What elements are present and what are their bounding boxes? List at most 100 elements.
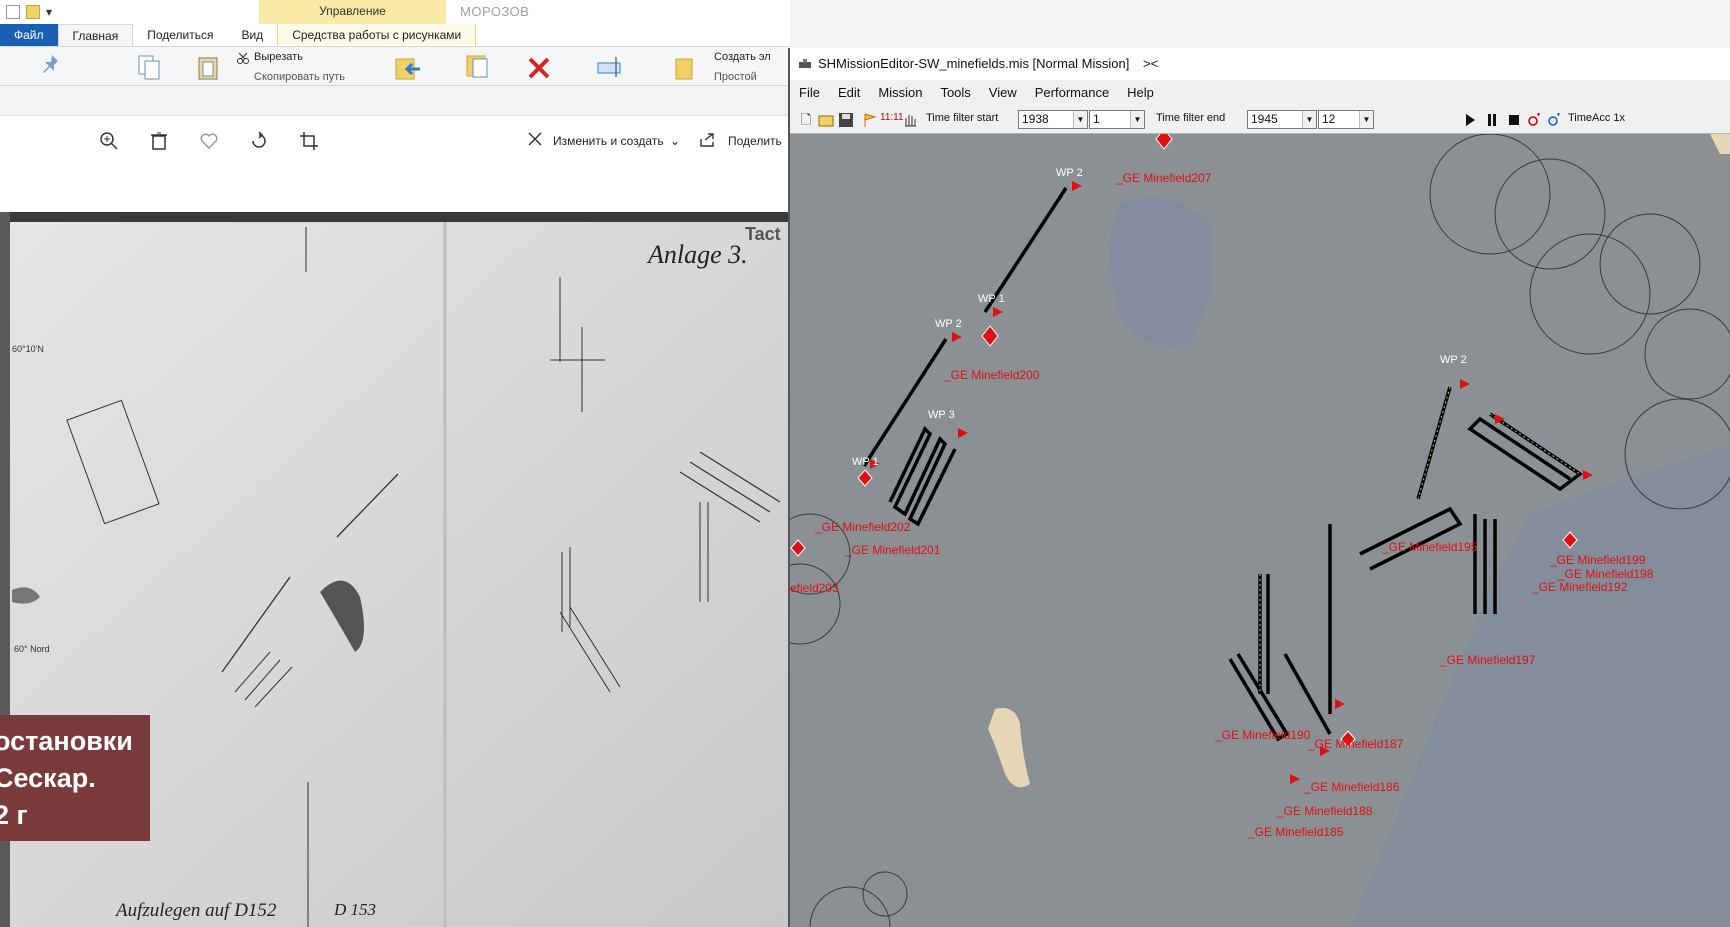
waypoint-label: WP 2 [935,318,962,330]
new-file-icon[interactable]: 🗋 [798,112,814,128]
ribbon: Вырезать Скопировать путь Создать эл Про… [0,46,790,86]
copy-icon[interactable] [136,53,162,81]
heart-icon[interactable] [198,130,220,152]
app-icon [799,59,811,68]
address-bar[interactable] [0,86,790,116]
minefield-label: _GE Minefield207 [1115,171,1212,185]
pin-icon[interactable] [40,53,64,79]
share-icon[interactable] [698,130,720,152]
title-suffix: >< [1142,56,1159,71]
minefield-label: _GE Minefield192 [1531,580,1628,594]
minefield-label: efield203 [790,581,839,595]
play-icon[interactable] [1462,112,1478,128]
tab-file[interactable]: Файл [0,24,58,46]
time-icon[interactable] [1546,112,1562,128]
cut-label[interactable]: Вырезать [254,51,303,63]
menu-tools[interactable]: Tools [931,80,979,106]
share-button[interactable]: Поделить [728,134,782,148]
minefield-label: _GE Minefield197 [1439,653,1536,667]
menu-performance[interactable]: Performance [1026,80,1118,106]
minefield-label: _GE Minefield199 [1549,553,1646,567]
end-year-select[interactable]: 1945 ▼ [1247,110,1317,129]
pause-icon[interactable] [1484,112,1500,128]
scan-caption: D 153 [334,900,377,919]
scanned-map-photo: Anlage 3. Tact 60°10'N 60° Nord Aufzuleg… [0,212,790,927]
scissors-icon[interactable] [236,51,250,65]
minefield-label: _GE Minefield201 [844,543,941,557]
editor-title: SHMissionEditor-SW_minefields.mis [Norma… [818,56,1130,71]
stop-icon[interactable] [1506,112,1522,128]
hand-icon[interactable] [902,112,918,128]
simple-access-label[interactable]: Простой [714,71,757,83]
rotate-icon[interactable] [248,130,270,152]
minefield-label: _GE Minefield190 [1214,728,1311,742]
tab-share[interactable]: Поделиться [133,24,227,46]
tab-home[interactable]: Главная [57,24,134,46]
tact-label: Tact [745,224,781,244]
paste-icon[interactable] [196,53,222,81]
waypoint-label: WP 2 [1440,354,1467,366]
minefield-label: _GE Minefield186 [1303,780,1400,794]
clock-readout: 11:11 [880,112,904,123]
minefield-label: _GE Minefield195 [1381,540,1478,554]
photos-toolbar: Изменить и создать ⌄ Поделить [0,116,790,212]
editor-toolbar: 🗋 11:11 Time filter start 1938 ▼ 1 ▼ Time … [790,106,1730,134]
minefield-label: _GE Minefield187 [1307,737,1404,751]
waypoint-label: WP 1 [852,456,879,468]
dropdown-icon[interactable]: ▾ [46,5,52,19]
caption-overlay: остановки Сескар. 2 г [0,715,150,841]
window-title: МОРОЗОВ [460,4,530,19]
mission-map-canvas[interactable]: _GE Minefield207 _GE Minefield200 _GE Mi… [790,134,1730,927]
minefield-label: _GE Minefield198 [1557,567,1654,581]
menu-mission[interactable]: Mission [869,80,931,106]
waypoint-label: WP 2 [1056,167,1083,179]
ribbon-tabs: Файл Главная Поделиться Вид Средства раб… [0,24,790,46]
start-year-select[interactable]: 1938 ▼ [1018,110,1088,129]
end-month-select[interactable]: 12 ▼ [1318,110,1374,129]
copy-path-label[interactable]: Скопировать путь [254,71,345,83]
menu-edit[interactable]: Edit [829,80,869,106]
move-to-icon[interactable] [392,53,422,81]
waypoint-label: WP 1 [978,293,1005,305]
rename-icon[interactable] [596,55,626,79]
context-tab-group: Управление [259,0,446,24]
save-icon[interactable] [838,112,854,128]
create-item-label[interactable]: Создать эл [714,51,771,63]
minefield-label: _GE Minefield185 [1247,825,1344,839]
file-explorer-window: ▾ Управление МОРОЗОВ Файл Главная Подели… [0,0,790,927]
new-folder-icon[interactable] [26,5,40,19]
time-filter-end-label: Time filter end [1156,112,1226,124]
caption-line: остановки [0,726,133,756]
menu-view[interactable]: View [980,80,1026,106]
minefield-label: _GE Minefield202 [814,520,911,534]
start-month-select[interactable]: 1 ▼ [1089,110,1145,129]
trash-icon[interactable] [148,130,170,152]
menu-help[interactable]: Help [1118,80,1163,106]
properties-icon[interactable] [6,5,20,19]
anlage-label: Anlage 3. [648,240,748,269]
record-icon[interactable] [1526,112,1542,128]
time-filter-start-label: Time filter start [926,112,999,124]
new-folder-icon[interactable] [674,53,694,81]
time-acceleration-label: TimeAcc 1x [1568,112,1626,124]
latitude-label: 60° Nord [14,644,50,654]
caption-line: 2 г [0,800,28,830]
zoom-in-icon[interactable] [98,130,120,152]
menu-file[interactable]: File [790,80,829,106]
menu-bar: File Edit Mission Tools View Performance… [790,80,1730,106]
latitude-label: 60°10'N [12,344,44,354]
crop-icon[interactable] [298,130,320,152]
tab-view[interactable]: Вид [227,24,277,46]
edit-create-icon[interactable] [526,130,548,152]
edit-create-button[interactable]: Изменить и создать [553,134,664,148]
open-folder-icon[interactable] [818,112,834,128]
copy-to-icon[interactable] [464,53,492,81]
waypoint-label: WP 3 [928,409,955,421]
editor-title-bar: SHMissionEditor-SW_minefields.mis [Norma… [790,48,1730,80]
mission-editor-window: SHMissionEditor-SW_minefields.mis [Norma… [788,48,1730,927]
tab-picture-tools[interactable]: Средства работы с рисунками [277,24,477,46]
delete-icon[interactable] [526,55,554,81]
minefield-label: _GE Minefield200 [943,368,1040,382]
chevron-down-icon[interactable]: ⌄ [670,134,680,148]
flag-icon[interactable] [862,112,878,128]
